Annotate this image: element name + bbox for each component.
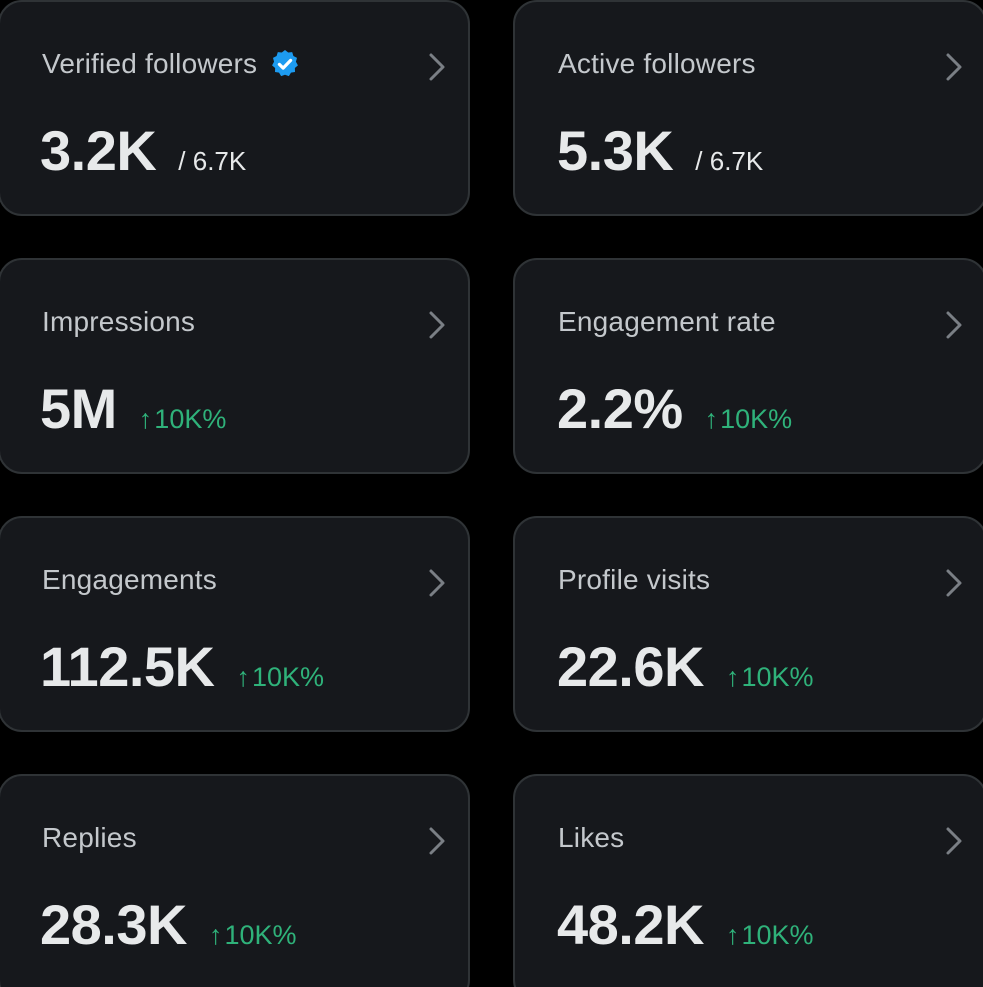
chevron-right-icon bbox=[946, 827, 962, 855]
card-title: Impressions bbox=[42, 306, 196, 337]
card-value: 22.6K bbox=[557, 635, 704, 698]
card-change-value: 10K% bbox=[720, 404, 793, 434]
card-value-row: 48.2K ↑ 10K% bbox=[557, 892, 814, 958]
card-title-row: Active followers bbox=[558, 48, 756, 80]
card-change-value: 10K% bbox=[741, 662, 814, 692]
card-total: / 6.7K bbox=[695, 146, 764, 176]
card-title-row: Replies bbox=[42, 822, 137, 854]
chevron-right-icon bbox=[429, 53, 445, 81]
card-value-row: 2.2% ↑ 10K% bbox=[557, 376, 792, 442]
card-title: Replies bbox=[42, 822, 137, 853]
card-title: Engagements bbox=[42, 564, 217, 595]
card-title-row: Engagement rate bbox=[558, 306, 776, 338]
chevron-right-icon bbox=[946, 569, 962, 597]
card-value-row: 3.2K / 6.7K bbox=[40, 118, 246, 184]
arrow-up-icon: ↑ bbox=[138, 404, 153, 434]
card-total: / 6.7K bbox=[178, 146, 247, 176]
card-title-row: Likes bbox=[558, 822, 624, 854]
card-title: Verified followers bbox=[42, 48, 258, 79]
card-value: 5.3K bbox=[557, 119, 674, 182]
card-title: Active followers bbox=[558, 48, 756, 79]
card-title-row: Impressions bbox=[42, 306, 195, 338]
chevron-right-icon bbox=[946, 311, 962, 339]
card-profile-visits[interactable]: Profile visits 22.6K ↑ 10K% bbox=[513, 516, 983, 732]
arrow-up-icon: ↑ bbox=[725, 662, 740, 692]
verified-badge-icon bbox=[272, 50, 299, 77]
stats-grid: Verified followers 3.2K / 6.7K Active fo… bbox=[0, 0, 983, 987]
card-change-value: 10K% bbox=[224, 920, 297, 950]
chevron-right-icon bbox=[429, 311, 445, 339]
chevron-right-icon bbox=[429, 569, 445, 597]
card-change: ↑ 10K% bbox=[705, 404, 793, 435]
card-change-value: 10K% bbox=[741, 920, 814, 950]
card-value-row: 5.3K / 6.7K bbox=[557, 118, 763, 184]
card-title: Engagement rate bbox=[558, 306, 776, 337]
card-title: Likes bbox=[558, 822, 625, 853]
chevron-right-icon bbox=[429, 827, 445, 855]
card-change-value: 10K% bbox=[154, 404, 227, 434]
card-value: 5M bbox=[40, 377, 117, 440]
card-engagement-rate[interactable]: Engagement rate 2.2% ↑ 10K% bbox=[513, 258, 983, 474]
card-value: 28.3K bbox=[40, 893, 187, 956]
card-impressions[interactable]: Impressions 5M ↑ 10K% bbox=[0, 258, 470, 474]
arrow-up-icon: ↑ bbox=[704, 404, 719, 434]
card-value: 112.5K bbox=[40, 635, 215, 698]
card-value-row: 5M ↑ 10K% bbox=[40, 376, 226, 442]
arrow-up-icon: ↑ bbox=[725, 920, 740, 950]
card-title: Profile visits bbox=[558, 564, 711, 595]
card-change: ↑ 10K% bbox=[209, 920, 297, 951]
arrow-up-icon: ↑ bbox=[236, 662, 251, 692]
card-likes[interactable]: Likes 48.2K ↑ 10K% bbox=[513, 774, 983, 987]
card-value: 3.2K bbox=[40, 119, 157, 182]
card-change: ↑ 10K% bbox=[237, 662, 325, 693]
card-value-row: 22.6K ↑ 10K% bbox=[557, 634, 814, 700]
card-value: 2.2% bbox=[557, 377, 683, 440]
card-title-row: Verified followers bbox=[42, 48, 301, 80]
card-change: ↑ 10K% bbox=[726, 920, 814, 951]
card-change-value: 10K% bbox=[252, 662, 325, 692]
card-title-row: Engagements bbox=[42, 564, 217, 596]
card-verified-followers[interactable]: Verified followers 3.2K / 6.7K bbox=[0, 0, 470, 216]
card-change: ↑ 10K% bbox=[726, 662, 814, 693]
card-value-row: 28.3K ↑ 10K% bbox=[40, 892, 297, 958]
card-engagements[interactable]: Engagements 112.5K ↑ 10K% bbox=[0, 516, 470, 732]
card-value: 48.2K bbox=[557, 893, 704, 956]
card-value-row: 112.5K ↑ 10K% bbox=[40, 634, 324, 700]
card-title-row: Profile visits bbox=[558, 564, 710, 596]
card-change: ↑ 10K% bbox=[139, 404, 227, 435]
chevron-right-icon bbox=[946, 53, 962, 81]
card-active-followers[interactable]: Active followers 5.3K / 6.7K bbox=[513, 0, 983, 216]
arrow-up-icon: ↑ bbox=[208, 920, 223, 950]
card-replies[interactable]: Replies 28.3K ↑ 10K% bbox=[0, 774, 470, 987]
